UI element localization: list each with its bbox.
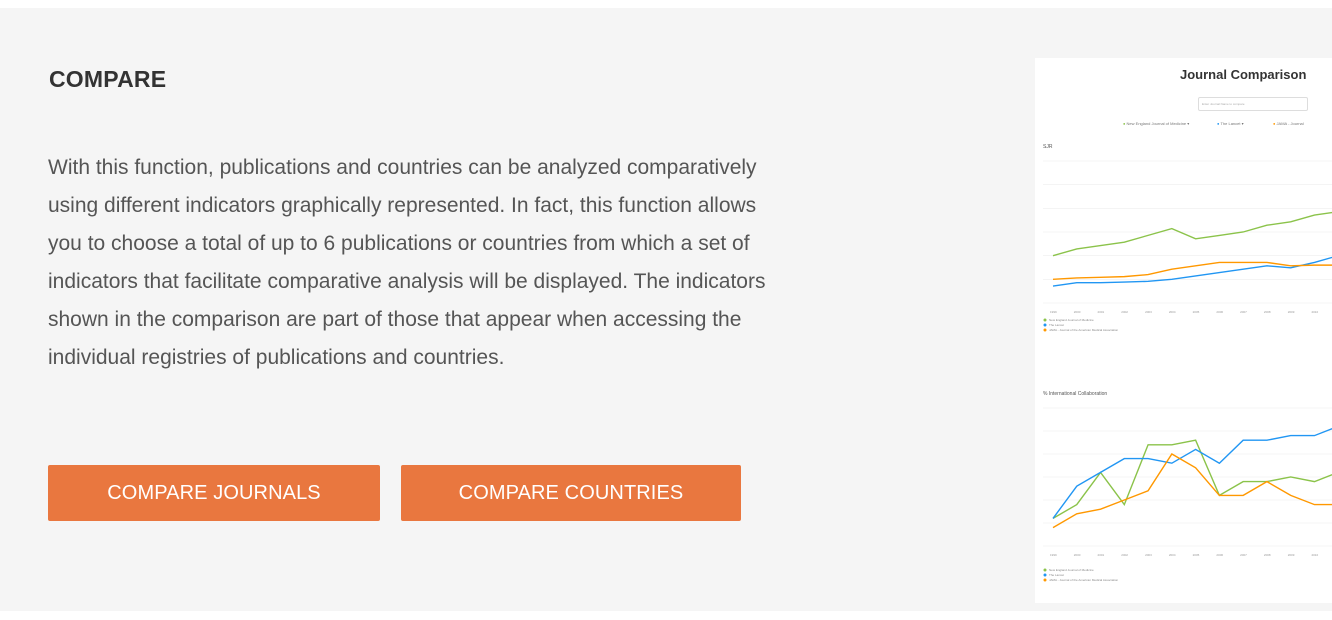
x-tick-label: 2008 [1264,553,1271,557]
legend-label: The Lancet [1049,323,1064,327]
section-title: COMPARE [49,66,167,92]
x-tick-label: 2003 [1145,553,1152,557]
x-tick-label: 2002 [1121,310,1128,314]
series-line [1052,256,1332,287]
preview-charts: SJR % International Collaboration 1999 20… [1043,144,1332,582]
legend-swatch [1043,578,1047,582]
compare-section: COMPARE With this function, publications… [0,8,1332,611]
x-tick-label: 2005 [1193,553,1200,557]
x-tick-label: 2001 [1098,553,1105,557]
chart1: 1999 2000 2001 2002 2003 2004 2005 2006 2007 2008… [1043,160,1332,332]
compare-journals-button[interactable]: COMPARE JOURNALS [48,465,380,521]
x-tick-label: 2009 [1288,310,1295,314]
legend-swatch [1043,328,1047,332]
legend-swatch [1043,568,1047,572]
compare-countries-button[interactable]: COMPARE COUNTRIES [401,465,741,521]
legend-swatch [1043,323,1047,327]
x-tick-label: 2007 [1240,310,1247,314]
x-tick-label: 2008 [1264,310,1271,314]
x-tick-label: 2010 [1311,310,1318,314]
x-tick-label: 2007 [1240,553,1247,557]
x-tick-label: 2004 [1169,310,1176,314]
description-line: shown in the comparison are part of thos… [48,308,742,331]
description-line: individual registries of publications an… [48,346,505,369]
description-line: With this function, publications and cou… [48,156,757,179]
description-line: indicators that facilitate comparative a… [48,270,766,293]
x-tick-label: 2003 [1145,310,1152,314]
x-tick-label: 2000 [1074,553,1081,557]
x-tick-label: 1999 [1050,553,1057,557]
x-tick-label: 2001 [1098,310,1105,314]
x-tick-label: 2006 [1216,310,1223,314]
x-tick-label: 2009 [1288,553,1295,557]
chart2-title: % International Collaboration [1043,391,1107,397]
legend-label: JAMA - Journal of the American Medical A… [1049,328,1119,332]
x-tick-label: 2000 [1074,310,1081,314]
chart1-title: SJR [1043,144,1053,150]
x-tick-label: 2006 [1216,553,1223,557]
x-tick-label: 2004 [1169,553,1176,557]
chart2: 1999 2000 2001 2002 2003 2004 2005 2006 2007 2008… [1043,407,1332,582]
x-tick-label: 2002 [1121,553,1128,557]
section-description: With this function, publications and cou… [48,149,988,377]
legend-label: JAMA - Journal of the American Medical A… [1049,578,1119,582]
x-tick-label: 2005 [1193,310,1200,314]
legend-swatch [1043,318,1047,322]
legend-label: New England Journal of Medicine [1049,568,1094,572]
x-tick-label: 2010 [1311,553,1318,557]
series-line [1052,453,1332,529]
legend-label: The Lancet [1049,573,1064,577]
x-tick-label: 1999 [1050,310,1057,314]
description-line: using different indicators graphically r… [48,194,757,217]
legend-label: New England Journal of Medicine [1049,318,1094,322]
journal-comparison-preview-image[interactable]: Journal Comparison Enter Journal Name to… [1035,58,1332,603]
description-line: you to choose a total of up to 6 publica… [48,232,750,255]
legend-swatch [1043,573,1047,577]
